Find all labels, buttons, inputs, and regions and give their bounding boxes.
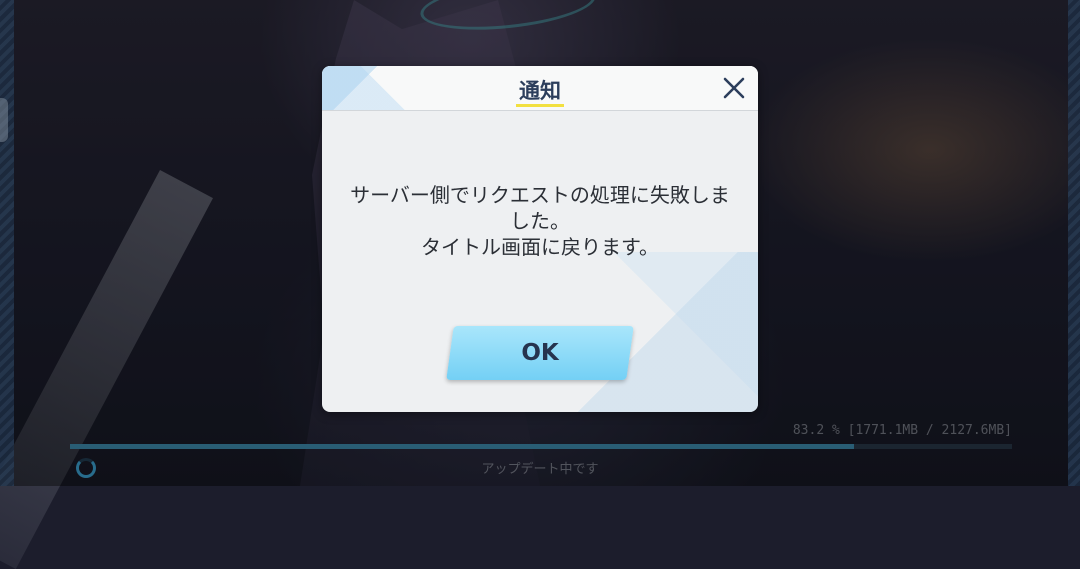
notification-dialog: 通知 サーバー側でリクエストの処理に失敗しま した。 タイトル画面に戻ります。 … (322, 66, 758, 412)
dialog-header: 通知 (322, 66, 758, 111)
ok-button-label: OK (521, 340, 559, 366)
dialog-title: 通知 (519, 79, 561, 103)
title-underline (516, 104, 564, 107)
close-icon (723, 77, 745, 99)
close-button[interactable] (722, 76, 746, 100)
dialog-message: サーバー側でリクエストの処理に失敗しま した。 タイトル画面に戻ります。 (350, 183, 730, 259)
ok-button[interactable]: OK (446, 326, 634, 380)
